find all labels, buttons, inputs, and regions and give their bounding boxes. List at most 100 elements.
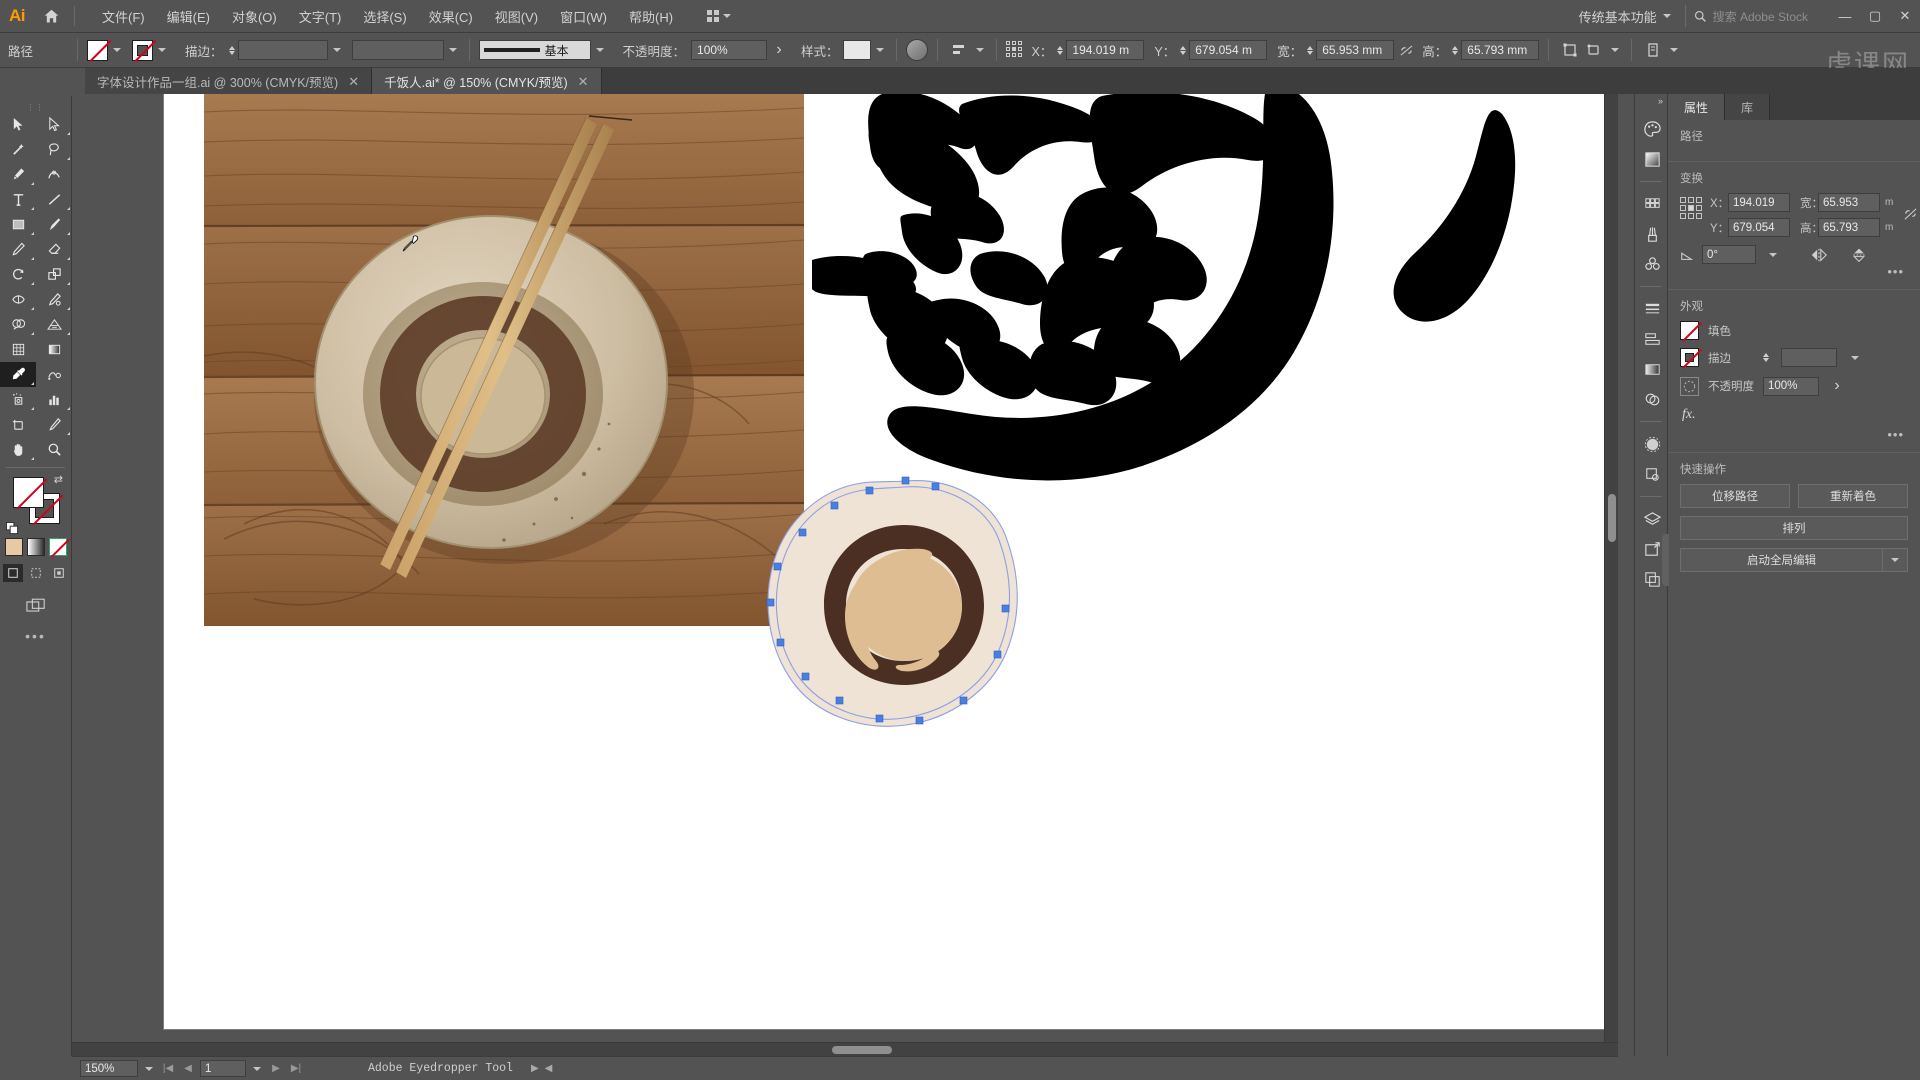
appearance-opacity-expand-icon[interactable]: › bbox=[1828, 375, 1846, 397]
panel-height-input[interactable]: 65.793 bbox=[1818, 218, 1880, 237]
swatches-panel-icon[interactable] bbox=[1635, 189, 1669, 219]
stroke-weight-input[interactable] bbox=[237, 40, 328, 60]
zoom-chevron-down-icon[interactable] bbox=[142, 1060, 156, 1077]
blend-tool[interactable] bbox=[36, 362, 72, 387]
minimize-button[interactable]: — bbox=[1830, 0, 1860, 33]
direct-selection-tool[interactable] bbox=[36, 112, 72, 137]
brushes-panel-icon[interactable] bbox=[1635, 219, 1669, 249]
workspace-chevron-down-icon[interactable] bbox=[1662, 14, 1671, 18]
graphic-style-swatch[interactable] bbox=[842, 40, 871, 60]
lock-proportions-icon[interactable] bbox=[1394, 39, 1418, 61]
flip-horizontal-icon[interactable] bbox=[1810, 247, 1828, 263]
zoom-tool[interactable] bbox=[36, 437, 72, 462]
align-panel-button[interactable] bbox=[947, 39, 971, 61]
stock-search[interactable]: 搜索 Adobe Stock bbox=[1684, 5, 1816, 27]
stroke-weight-stepper[interactable] bbox=[228, 45, 235, 55]
scale-tool[interactable] bbox=[36, 262, 72, 287]
width-input[interactable]: 65.953 mm bbox=[1316, 40, 1395, 60]
vertical-scroll-thumb[interactable] bbox=[1608, 494, 1616, 542]
swap-fill-stroke-icon[interactable]: ⇄ bbox=[54, 473, 63, 486]
panel-resize-grip[interactable] bbox=[1662, 534, 1669, 586]
menu-view[interactable]: 视图(V) bbox=[484, 2, 549, 31]
canvas-horizontal-scrollbar[interactable] bbox=[72, 1042, 1618, 1056]
stroke-panel-icon[interactable] bbox=[1635, 294, 1669, 324]
y-input[interactable]: 679.054 m bbox=[1189, 40, 1268, 60]
offset-path-button[interactable]: 位移路径 bbox=[1680, 484, 1790, 508]
symbols-panel-icon[interactable] bbox=[1635, 249, 1669, 279]
line-segment-tool[interactable] bbox=[36, 187, 72, 212]
last-artboard-button[interactable]: ▶| bbox=[288, 1060, 304, 1077]
menu-type[interactable]: 文字(T) bbox=[288, 2, 353, 31]
stroke-color-button[interactable] bbox=[132, 39, 153, 61]
home-icon[interactable] bbox=[34, 0, 68, 33]
lasso-tool[interactable] bbox=[36, 137, 72, 162]
layers-panel-icon[interactable] bbox=[1635, 504, 1669, 534]
appearance-stroke-stepper[interactable] bbox=[1763, 353, 1769, 362]
panel-x-input[interactable]: 194.019 bbox=[1728, 193, 1790, 212]
rectangle-tool[interactable] bbox=[0, 212, 36, 237]
gradient-tool[interactable] bbox=[36, 337, 72, 362]
menu-help[interactable]: 帮助(H) bbox=[618, 2, 684, 31]
artboard[interactable] bbox=[164, 94, 1604, 1029]
transform-panel-button[interactable] bbox=[1558, 39, 1582, 61]
variable-width-chevron-down-icon[interactable] bbox=[446, 41, 460, 59]
eraser-tool[interactable] bbox=[36, 237, 72, 262]
status-prev-icon[interactable]: ◀ bbox=[545, 1063, 553, 1074]
opacity-input[interactable]: 100% bbox=[691, 40, 768, 60]
fill-chevron-down-icon[interactable] bbox=[110, 41, 124, 59]
artboard-chevron-down-icon[interactable] bbox=[250, 1060, 264, 1077]
ceramic-bowl-chopsticks-photo[interactable] bbox=[204, 94, 804, 626]
y-stepper[interactable] bbox=[1180, 45, 1187, 55]
magic-wand-tool[interactable] bbox=[0, 137, 36, 162]
black-brush-calligraphy[interactable] bbox=[812, 94, 1612, 484]
paintbrush-tool[interactable] bbox=[36, 212, 72, 237]
recolor-button[interactable]: 重新着色 bbox=[1798, 484, 1908, 508]
eyedropper-tool[interactable] bbox=[0, 362, 36, 387]
type-tool[interactable] bbox=[0, 187, 36, 212]
horizontal-scroll-thumb[interactable] bbox=[832, 1046, 892, 1054]
document-tab-2[interactable]: 千饭人.ai* @ 150% (CMYK/预览) ✕ bbox=[372, 68, 602, 94]
gradient-button[interactable] bbox=[26, 538, 45, 556]
slice-tool[interactable] bbox=[36, 412, 72, 437]
shape-options-button[interactable] bbox=[1582, 39, 1606, 61]
document-setup-button[interactable] bbox=[1641, 39, 1665, 61]
appearance-stroke-chevron-down-icon[interactable] bbox=[1848, 349, 1862, 367]
document-chevron-down-icon[interactable] bbox=[1667, 41, 1681, 59]
menu-window[interactable]: 窗口(W) bbox=[549, 2, 618, 31]
arrange-documents-button[interactable] bbox=[702, 7, 736, 25]
arrange-button[interactable]: 排列 bbox=[1680, 516, 1908, 540]
perspective-grid-tool[interactable] bbox=[36, 312, 72, 337]
status-next-icon[interactable]: ▶ bbox=[531, 1063, 539, 1074]
global-edit-chevron-down-icon[interactable] bbox=[1882, 548, 1908, 572]
transform-more-options[interactable]: ••• bbox=[1680, 264, 1908, 279]
tab-close-icon[interactable]: ✕ bbox=[348, 75, 359, 88]
artboard-number-input[interactable]: 1 bbox=[200, 1060, 246, 1077]
canvas-vertical-scrollbar[interactable] bbox=[1604, 94, 1618, 1056]
first-artboard-button[interactable]: |◀ bbox=[160, 1060, 176, 1077]
appearance-stroke-input[interactable] bbox=[1781, 348, 1837, 367]
toolbar-drag-handle[interactable] bbox=[0, 102, 71, 112]
fill-color-button[interactable] bbox=[87, 39, 108, 61]
gradient-panel-icon[interactable] bbox=[1635, 144, 1669, 174]
curvature-tool[interactable] bbox=[36, 162, 72, 187]
selection-tool[interactable] bbox=[0, 112, 36, 137]
appearance-fx-button[interactable]: fx. bbox=[1680, 405, 1908, 427]
toolbar-more-icon[interactable]: ••• bbox=[0, 628, 71, 644]
menu-object[interactable]: 对象(O) bbox=[221, 2, 288, 31]
draw-normal-icon[interactable] bbox=[2, 564, 23, 582]
canvas-area[interactable] bbox=[72, 94, 1618, 1056]
color-button[interactable] bbox=[4, 538, 23, 556]
menu-effect[interactable]: 效果(C) bbox=[418, 2, 484, 31]
rotate-chevron-down-icon[interactable] bbox=[1766, 246, 1780, 264]
recolor-artwork-button[interactable] bbox=[905, 39, 928, 61]
mesh-tool[interactable] bbox=[0, 337, 36, 362]
appearance-stroke-swatch[interactable] bbox=[1680, 348, 1699, 367]
artboard-tool[interactable] bbox=[0, 412, 36, 437]
tab-libraries[interactable]: 库 bbox=[1725, 94, 1771, 120]
x-input[interactable]: 194.019 m bbox=[1066, 40, 1145, 60]
stroke-profile-selector[interactable]: 基本 bbox=[478, 40, 591, 60]
stroke-weight-chevron-down-icon[interactable] bbox=[330, 41, 344, 59]
collapse-panels-icon[interactable]: » bbox=[1658, 96, 1663, 106]
draw-behind-icon[interactable] bbox=[26, 564, 46, 582]
bowl-vector-illustration[interactable] bbox=[754, 475, 1054, 735]
